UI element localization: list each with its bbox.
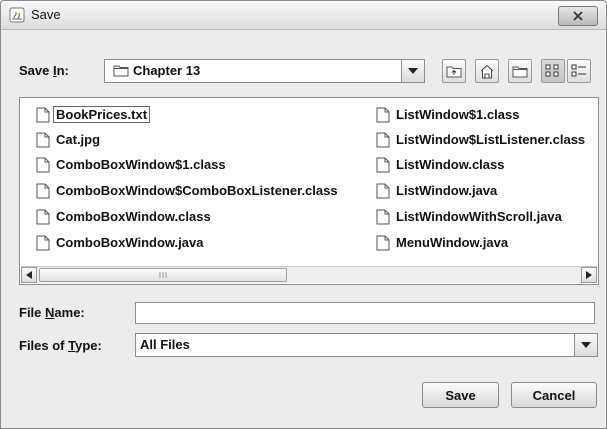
file-name-input[interactable] — [135, 302, 595, 324]
file-icon — [36, 107, 50, 128]
arrow-right-icon — [586, 271, 592, 279]
file-list-item[interactable]: MenuWindow.java — [374, 234, 508, 252]
arrow-left-icon — [26, 271, 32, 279]
close-button[interactable] — [558, 6, 598, 26]
list-view-button[interactable] — [541, 59, 565, 83]
folder-icon — [113, 64, 129, 80]
up-one-level-button[interactable] — [442, 59, 466, 83]
file-list-item[interactable]: Cat.jpg — [34, 131, 100, 149]
save-dialog: Save Save In: Chapter 13 BookPrices.txt … — [0, 0, 607, 429]
file-list-item[interactable]: ComboBoxWindow.java — [34, 234, 203, 252]
chevron-down-icon — [581, 342, 591, 348]
details-view-icon — [571, 64, 586, 77]
window-title: Save — [31, 7, 61, 22]
file-list-item[interactable]: ListWindow$1.class — [374, 106, 519, 124]
file-type-dropdown-arrow[interactable] — [574, 334, 597, 356]
save-in-dropdown-arrow[interactable] — [401, 60, 424, 82]
file-list-item[interactable]: ListWindow.class — [374, 156, 504, 174]
new-folder-icon — [512, 66, 528, 77]
file-icon — [376, 183, 390, 204]
title-bar[interactable]: Save — [1, 1, 606, 30]
file-type-value: All Files — [140, 337, 190, 352]
file-icon — [36, 132, 50, 153]
list-view-icon — [545, 64, 559, 77]
file-list-item[interactable]: BookPrices.txt — [34, 106, 151, 124]
file-list[interactable]: BookPrices.txt Cat.jpg ComboBoxWindow$1.… — [19, 97, 599, 285]
save-button[interactable]: Save — [422, 382, 499, 408]
details-view-button[interactable] — [567, 59, 591, 83]
new-folder-button[interactable] — [508, 59, 532, 83]
scrollbar-thumb[interactable] — [39, 268, 287, 282]
scroll-right-button[interactable] — [581, 267, 597, 283]
file-icon — [376, 235, 390, 256]
file-list-item[interactable]: ListWindowWithScroll.java — [374, 208, 562, 226]
grip-icon — [159, 272, 167, 278]
up-one-level-icon — [446, 66, 462, 78]
save-in-label: Save In: — [19, 63, 69, 78]
horizontal-scrollbar[interactable] — [21, 266, 597, 283]
file-type-label: Files of Type: — [19, 338, 102, 353]
java-app-icon — [9, 7, 25, 23]
file-icon — [36, 157, 50, 178]
save-in-combo[interactable]: Chapter 13 — [104, 59, 425, 83]
scroll-left-button[interactable] — [21, 267, 37, 283]
file-icon — [36, 209, 50, 230]
file-list-item[interactable]: ListWindow$ListListener.class — [374, 131, 585, 149]
chevron-down-icon — [408, 68, 418, 74]
file-list-item[interactable]: ListWindow.java — [374, 182, 497, 200]
file-icon — [376, 209, 390, 230]
file-name-label: File Name: — [19, 305, 85, 320]
home-button[interactable] — [475, 59, 499, 83]
file-list-item[interactable]: ComboBoxWindow$1.class — [34, 156, 226, 174]
file-type-combo[interactable]: All Files — [135, 333, 598, 357]
file-icon — [36, 183, 50, 204]
cancel-button[interactable]: Cancel — [511, 382, 597, 408]
file-list-item[interactable]: ComboBoxWindow.class — [34, 208, 211, 226]
file-icon — [376, 132, 390, 153]
home-icon — [480, 64, 494, 78]
close-icon — [573, 11, 583, 21]
file-icon — [36, 235, 50, 256]
file-icon — [376, 157, 390, 178]
save-in-value: Chapter 13 — [133, 63, 201, 78]
file-list-item[interactable]: ComboBoxWindow$ComboBoxListener.class — [34, 182, 338, 200]
file-icon — [376, 107, 390, 128]
